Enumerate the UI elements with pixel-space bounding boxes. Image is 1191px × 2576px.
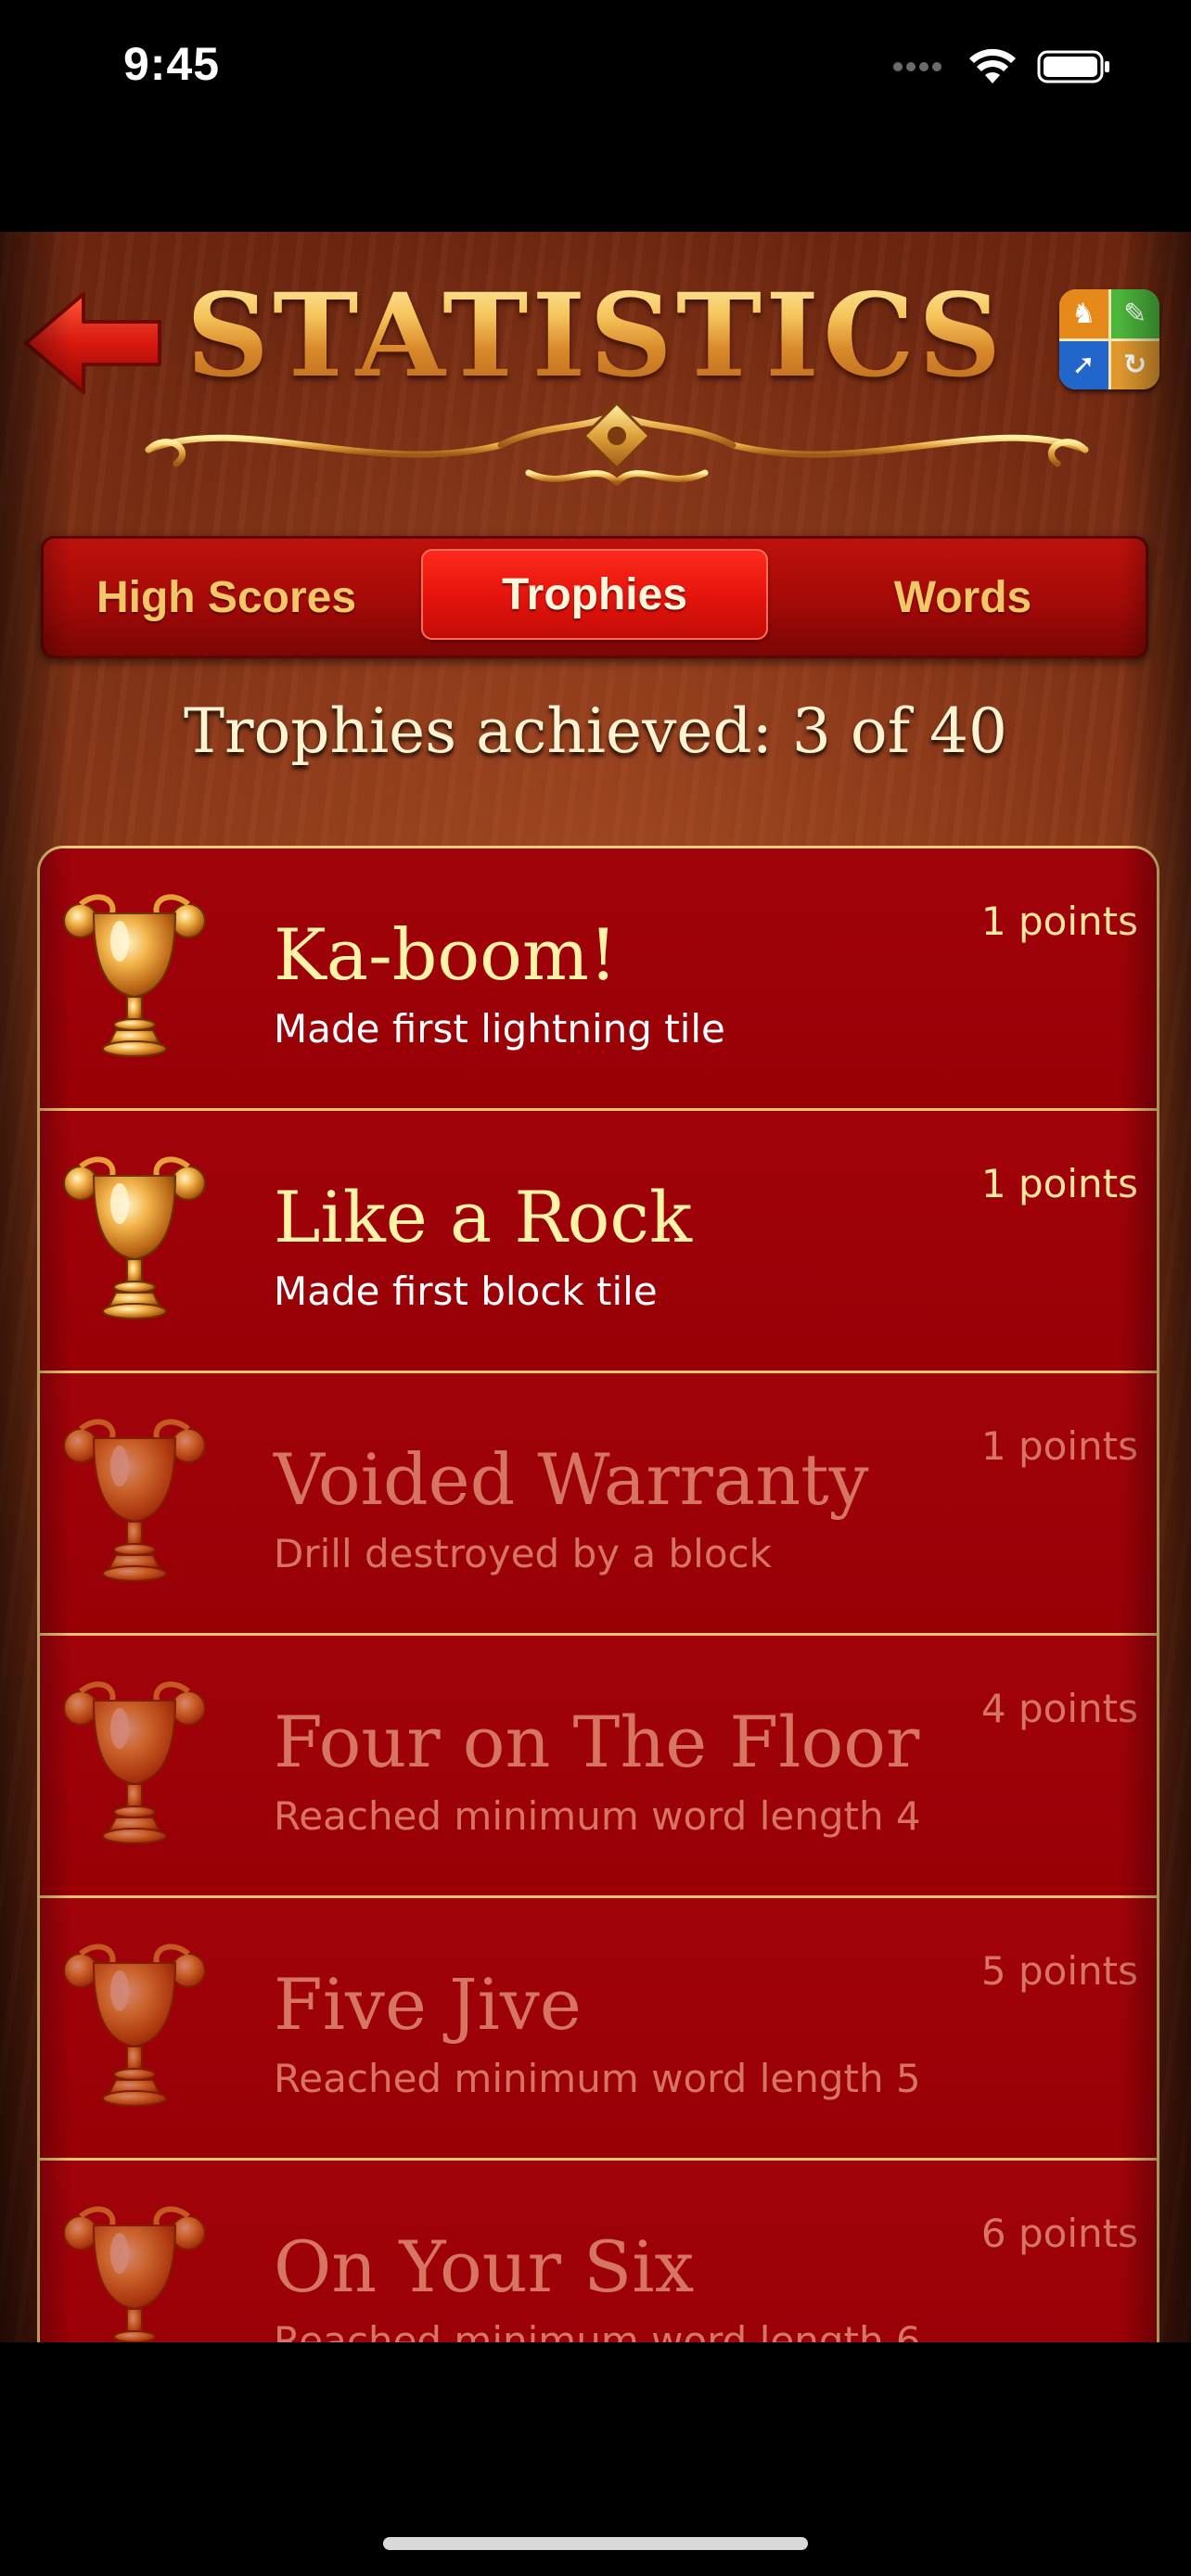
pencil-icon: ✎ bbox=[1110, 289, 1159, 338]
trophies-achieved-summary: Trophies achieved: 3 of 40 bbox=[184, 695, 1007, 767]
trophy-points: 6 points bbox=[980, 2211, 1138, 2256]
trophy-icon bbox=[60, 886, 209, 1071]
trophy-description: Made first lightning tile bbox=[274, 1006, 725, 1052]
trophy-icon bbox=[60, 2198, 209, 2342]
status-bar: 9:45 bbox=[0, 0, 1191, 139]
trophy-points: 4 points bbox=[980, 1686, 1138, 1731]
trophy-title: Five Jive bbox=[274, 1963, 582, 2046]
trophy-icon bbox=[60, 1148, 209, 1333]
trophy-points: 1 points bbox=[980, 1423, 1138, 1469]
status-icons bbox=[892, 46, 1111, 87]
cellular-signal-icon bbox=[893, 62, 941, 71]
stats-tabs: High Scores Trophies Words bbox=[41, 536, 1148, 658]
trophy-points: 5 points bbox=[980, 1948, 1138, 1994]
rocket-icon: ➚ bbox=[1059, 340, 1108, 389]
trophy-title: Ka-boom! bbox=[274, 913, 618, 996]
trophy-list[interactable]: Ka-boom! Made first lightning tile 1 poi… bbox=[37, 846, 1159, 2342]
tab-high-scores[interactable]: High Scores bbox=[41, 536, 412, 658]
trophy-row-four-on-the-floor[interactable]: Four on The Floor Reached minimum word l… bbox=[40, 1636, 1157, 1898]
tab-words[interactable]: Words bbox=[777, 536, 1148, 658]
trophy-title: On Your Six bbox=[274, 2225, 695, 2308]
trophy-icon bbox=[60, 1410, 209, 1596]
trophy-description: Made first block tile bbox=[274, 1269, 658, 1314]
trophy-description: Reached minimum word length 6 bbox=[274, 2318, 921, 2342]
trophy-points: 1 points bbox=[980, 1161, 1138, 1206]
trophy-description: Reached minimum word length 5 bbox=[274, 2056, 921, 2101]
page-title: STATISTICS bbox=[139, 269, 1052, 403]
trophy-row-ka-boom[interactable]: Ka-boom! Made first lightning tile 1 poi… bbox=[40, 848, 1157, 1111]
trophy-icon bbox=[60, 1935, 209, 2121]
statistics-screen: STATISTICS ♞ ✎ ➚ ↻ High Scores Trophies … bbox=[0, 232, 1191, 2342]
trophy-row-on-your-six[interactable]: On Your Six Reached minimum word length … bbox=[40, 2161, 1157, 2342]
wifi-icon bbox=[969, 48, 1016, 83]
timer-icon: ↻ bbox=[1110, 340, 1159, 389]
trophy-icon bbox=[60, 1673, 209, 1858]
ornament-flourish-icon bbox=[145, 401, 1089, 486]
trophy-description: Reached minimum word length 4 bbox=[274, 1793, 921, 1839]
status-time: 9:45 bbox=[123, 38, 221, 90]
trophy-title: Voided Warranty bbox=[274, 1438, 869, 1521]
trophy-title: Like a Rock bbox=[274, 1176, 693, 1258]
home-indicator[interactable] bbox=[383, 2537, 808, 2550]
tab-trophies[interactable]: Trophies bbox=[421, 549, 768, 640]
games-grid-icon[interactable]: ♞ ✎ ➚ ↻ bbox=[1059, 289, 1159, 389]
trophy-row-like-a-rock[interactable]: Like a Rock Made first block tile 1 poin… bbox=[40, 1111, 1157, 1373]
trophy-points: 1 points bbox=[980, 899, 1138, 944]
trophy-row-voided-warranty[interactable]: Voided Warranty Drill destroyed by a blo… bbox=[40, 1373, 1157, 1636]
trophy-description: Drill destroyed by a block bbox=[274, 1531, 772, 1576]
chess-knight-icon: ♞ bbox=[1059, 289, 1108, 338]
battery-icon bbox=[1037, 50, 1109, 83]
trophy-title: Four on The Floor bbox=[274, 1701, 920, 1783]
trophy-row-five-jive[interactable]: Five Jive Reached minimum word length 5 … bbox=[40, 1898, 1157, 2161]
